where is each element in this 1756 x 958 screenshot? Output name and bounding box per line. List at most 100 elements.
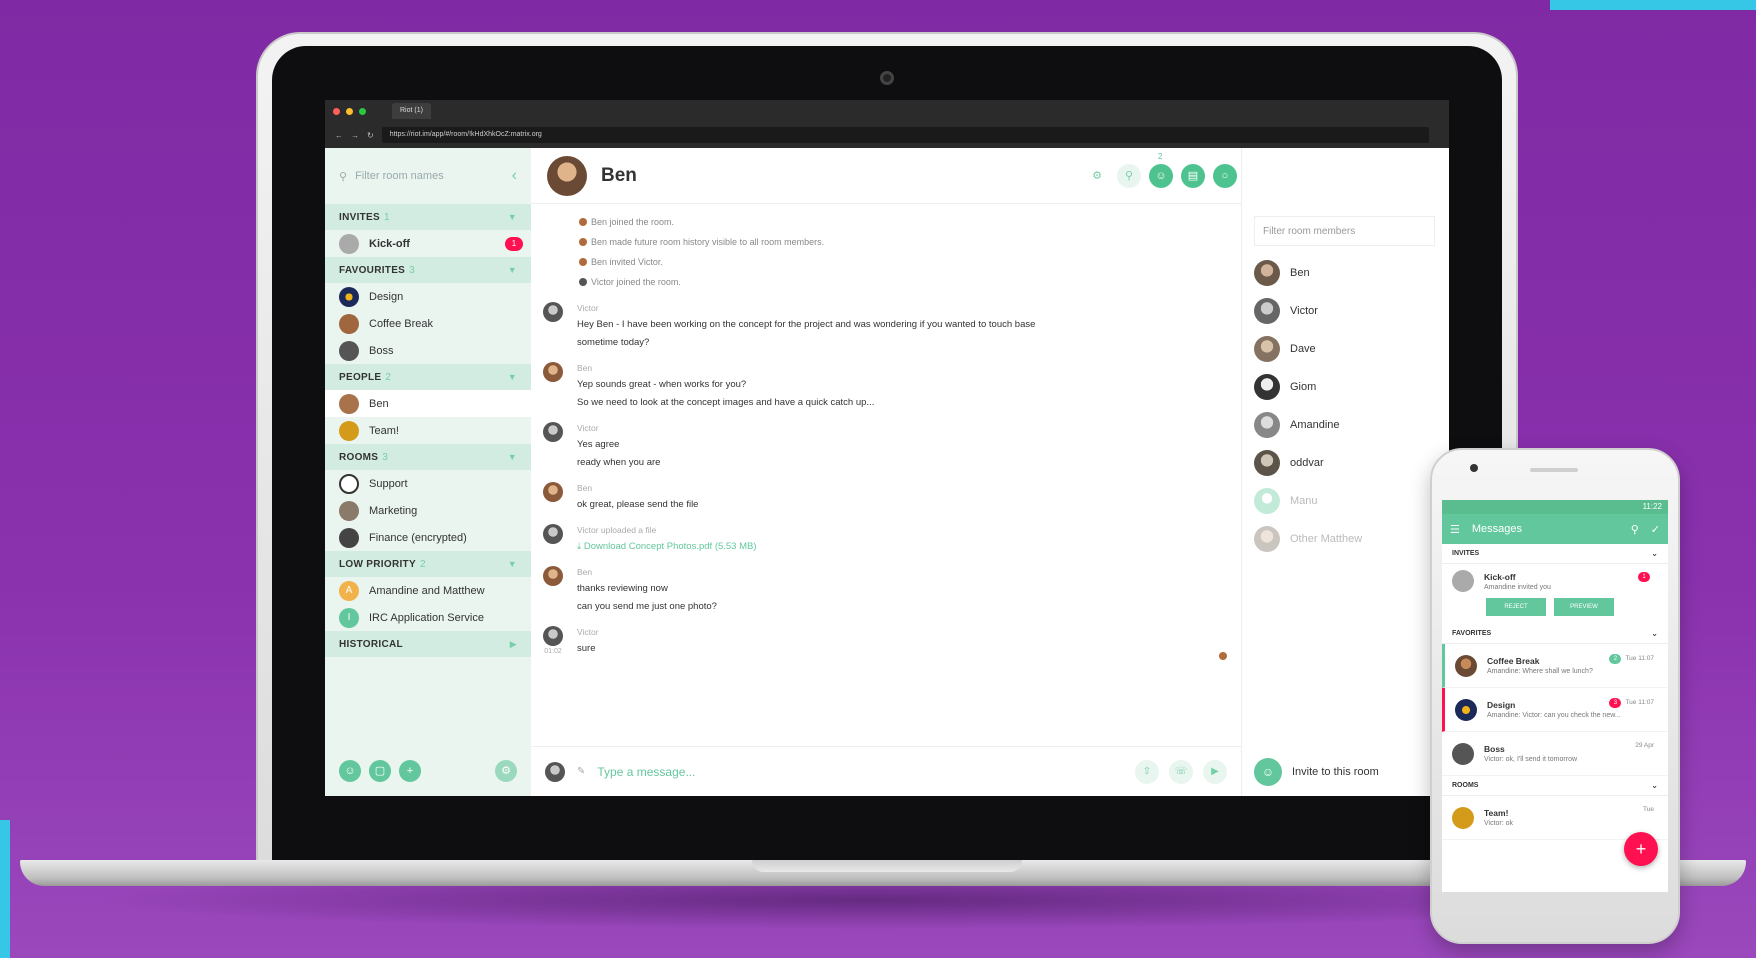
- phone-section-invites[interactable]: INVITES ⌄: [1442, 544, 1668, 564]
- section-low-priority[interactable]: LOW PRIORITY 2 ▼: [325, 551, 531, 577]
- section-rooms[interactable]: ROOMS 3 ▼: [325, 444, 531, 470]
- avatar: [1254, 374, 1280, 400]
- room-filter[interactable]: ⚲ Filter room names ‹: [325, 148, 531, 204]
- member-name: Other Matthew: [1290, 533, 1363, 545]
- room-item-ben[interactable]: Ben: [325, 390, 531, 417]
- member-item[interactable]: Dave: [1242, 330, 1449, 368]
- room-item-kick-off[interactable]: Kick-off 1: [325, 230, 531, 257]
- window-maximize-dot[interactable]: [359, 107, 366, 115]
- room-item-coffee-break[interactable]: Coffee Break: [325, 310, 531, 337]
- forward-icon[interactable]: →: [351, 131, 359, 140]
- phone-section-favorites[interactable]: FAVORITES ⌄: [1442, 624, 1668, 644]
- room-avatar[interactable]: [547, 155, 587, 196]
- back-icon[interactable]: ←: [335, 131, 343, 140]
- phone-room-design[interactable]: Design Amandine: Victor: can you check t…: [1442, 688, 1668, 732]
- settings-icon[interactable]: ⚙: [495, 760, 517, 782]
- chevron-down-icon[interactable]: ▼: [508, 559, 517, 569]
- sender-name[interactable]: Victor: [577, 624, 1205, 640]
- avatar[interactable]: [543, 482, 563, 502]
- headset-icon: [339, 473, 359, 494]
- message-input[interactable]: Type a message...: [597, 765, 695, 779]
- room-item-amandine-matthew[interactable]: A Amandine and Matthew: [325, 577, 531, 604]
- chevron-down-icon[interactable]: ⌄: [1651, 549, 1658, 558]
- compose-fab-button[interactable]: +: [1624, 832, 1658, 866]
- search-icon[interactable]: ⚲: [1117, 163, 1141, 188]
- chevron-down-icon[interactable]: ⌄: [1651, 781, 1658, 790]
- section-count: 2: [385, 371, 392, 383]
- menu-icon[interactable]: ☰: [1450, 523, 1460, 536]
- preview-button[interactable]: PREVIEW: [1554, 598, 1614, 616]
- file-download-link[interactable]: ⤓ Download Concept Photos.pdf (5.53 MB): [577, 538, 1241, 556]
- chevron-down-icon[interactable]: ▼: [508, 452, 517, 462]
- mark-read-icon[interactable]: ✓: [1651, 523, 1660, 536]
- avatar[interactable]: [543, 524, 563, 544]
- phone-room-boss[interactable]: Boss Victor: ok, I'll send it tomorrow 2…: [1442, 732, 1668, 776]
- room-item-support[interactable]: Support: [325, 470, 531, 497]
- member-item[interactable]: Amandine: [1242, 406, 1449, 444]
- avatar[interactable]: [543, 422, 563, 442]
- room-item-team[interactable]: Team!: [325, 417, 531, 444]
- phone-room-coffee-break[interactable]: Coffee Break Amandine: Where shall we lu…: [1442, 644, 1668, 688]
- sender-name[interactable]: Ben: [577, 564, 1241, 580]
- video-call-icon[interactable]: ▶: [1203, 759, 1227, 784]
- upload-file-icon[interactable]: ⇧: [1135, 759, 1159, 784]
- section-historical[interactable]: HISTORICAL ▶: [325, 631, 531, 657]
- chevron-down-icon[interactable]: ▼: [508, 212, 517, 222]
- member-name: Victor: [1290, 305, 1318, 317]
- create-room-icon[interactable]: +: [399, 760, 421, 782]
- address-bar[interactable]: https://riot.im/app/#/room/!kHdXhkOcZ:ma…: [381, 127, 1429, 143]
- member-item[interactable]: Giom: [1242, 368, 1449, 406]
- window-close-dot[interactable]: [333, 107, 340, 115]
- member-item[interactable]: Other Matthew: [1242, 520, 1449, 558]
- room-directory-icon[interactable]: ▢: [369, 760, 391, 782]
- member-item[interactable]: Ben: [1242, 254, 1449, 292]
- room-item-design[interactable]: Design: [325, 283, 531, 310]
- room-list-panel: ⚲ Filter room names ‹ INVITES 1 ▼ Kick-o…: [325, 148, 531, 796]
- member-item[interactable]: Victor: [1242, 292, 1449, 330]
- sender-name[interactable]: Ben: [577, 360, 1241, 376]
- gear-icon[interactable]: ⚙: [1085, 164, 1109, 188]
- section-favourites[interactable]: FAVOURITES 3 ▼: [325, 257, 531, 283]
- collapse-panel-icon[interactable]: ‹: [512, 167, 517, 185]
- reload-icon[interactable]: ↻: [367, 131, 374, 140]
- member-item[interactable]: Manu: [1242, 482, 1449, 520]
- invite-button[interactable]: ☺ Invite to this room: [1254, 758, 1379, 786]
- invite-actions: REJECT PREVIEW: [1486, 598, 1658, 616]
- room-item-boss[interactable]: Boss: [325, 337, 531, 364]
- avatar: [339, 420, 359, 441]
- sender-name[interactable]: Victor: [577, 420, 1241, 436]
- chevron-right-icon[interactable]: ▶: [510, 639, 517, 650]
- voice-call-icon[interactable]: ☏: [1169, 759, 1193, 784]
- browser-tab[interactable]: Riot (1): [392, 103, 431, 119]
- avatar[interactable]: [543, 626, 563, 646]
- notifications-icon[interactable]: ○: [1213, 163, 1237, 188]
- read-receipt-avatar[interactable]: [1219, 652, 1227, 660]
- room-item-finance[interactable]: Finance (encrypted): [325, 524, 531, 551]
- files-icon[interactable]: ▤: [1181, 163, 1205, 188]
- section-label: INVITES: [1452, 550, 1480, 557]
- member-filter-input[interactable]: Filter room members: [1254, 216, 1435, 246]
- chevron-down-icon[interactable]: ▼: [508, 372, 517, 382]
- room-item-marketing[interactable]: Marketing: [325, 497, 531, 524]
- members-icon[interactable]: ☺: [1149, 163, 1173, 188]
- sender-name[interactable]: Victor uploaded a file: [577, 522, 1241, 538]
- start-chat-icon[interactable]: ☺: [339, 760, 361, 782]
- last-message: Amandine: Victor: can you check the new.…: [1487, 712, 1621, 719]
- reject-button[interactable]: REJECT: [1486, 598, 1546, 616]
- sender-name[interactable]: Victor: [577, 300, 1241, 316]
- window-minimize-dot[interactable]: [346, 107, 353, 115]
- avatar[interactable]: [543, 566, 563, 586]
- chevron-down-icon[interactable]: ⌄: [1651, 629, 1658, 638]
- section-invites[interactable]: INVITES 1 ▼: [325, 204, 531, 230]
- room-filter-input[interactable]: Filter room names: [355, 170, 444, 182]
- avatar[interactable]: [543, 302, 563, 322]
- room-event: Ben joined the room.: [543, 212, 1241, 232]
- chevron-down-icon[interactable]: ▼: [508, 265, 517, 275]
- avatar[interactable]: [543, 362, 563, 382]
- phone-section-rooms[interactable]: ROOMS ⌄: [1442, 776, 1668, 796]
- section-people[interactable]: PEOPLE 2 ▼: [325, 364, 531, 390]
- member-item[interactable]: oddvar: [1242, 444, 1449, 482]
- room-item-irc[interactable]: I IRC Application Service: [325, 604, 531, 631]
- search-icon[interactable]: ⚲: [1631, 523, 1639, 536]
- sender-name[interactable]: Ben: [577, 480, 1241, 496]
